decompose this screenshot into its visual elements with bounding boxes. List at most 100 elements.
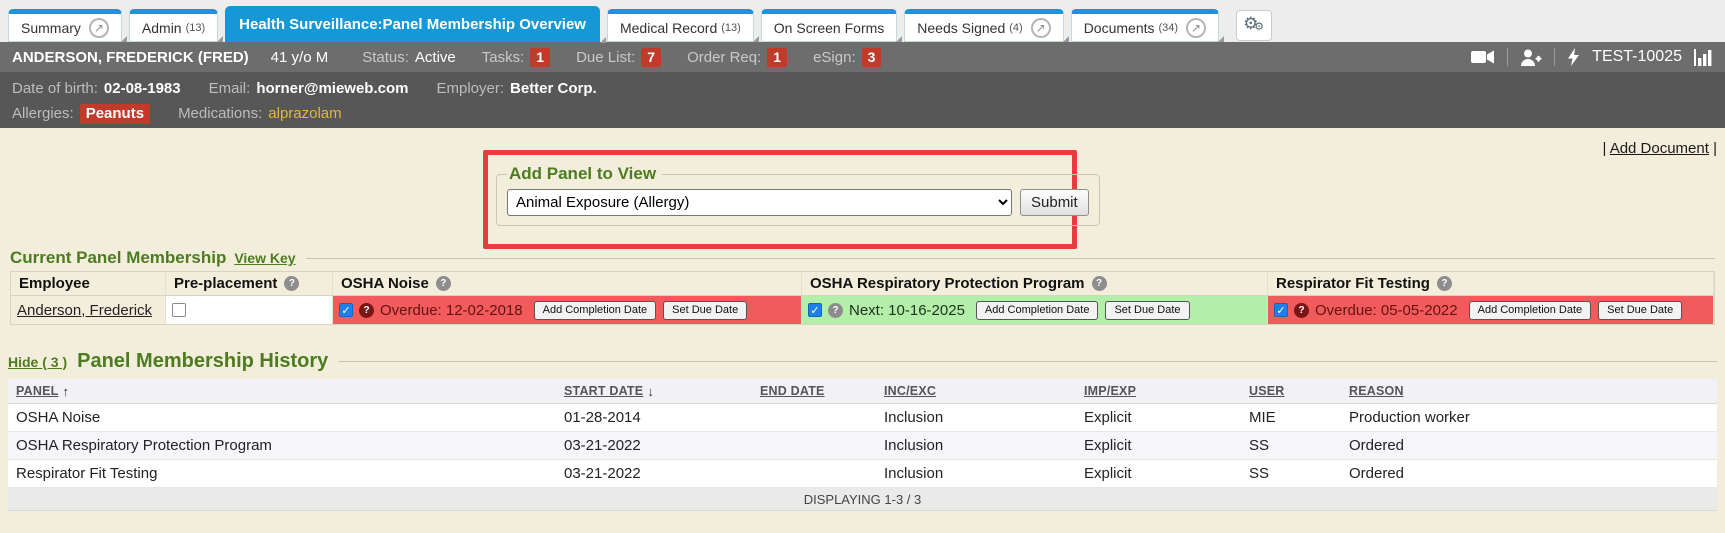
order-req-count-badge[interactable]: 1 <box>767 48 787 67</box>
tab-needs-signed[interactable]: Needs Signed (4) ↗ <box>904 9 1063 42</box>
col-header-osha-respiratory: OSHA Respiratory Protection Program ? <box>802 272 1268 295</box>
history-cell-end-date <box>752 460 876 488</box>
employee-cell: Anderson, Frederick <box>11 295 166 324</box>
dob-label: Date of birth: <box>12 80 98 97</box>
panel-status-overdue: Overdue: 12-02-2018 <box>380 302 523 319</box>
history-cell-start-date: 03-21-2022 <box>556 432 752 460</box>
demographics-line: Date of birth: 02-08-1983 Email: horner@… <box>12 76 1713 101</box>
tab-count: (4) <box>1009 22 1022 34</box>
allergy-badge[interactable]: Peanuts <box>80 104 150 124</box>
medications-label: Medications: <box>178 105 262 122</box>
tab-health-surveillance-panel-membership-overview[interactable]: Health Surveillance:Panel Membership Ove… <box>225 6 600 42</box>
header-label: OSHA Noise <box>341 275 429 292</box>
osha-noise-cell: ✓ ? Overdue: 12-02-2018 Add Completion D… <box>333 295 802 324</box>
tasks-label: Tasks: <box>482 49 525 66</box>
add-panel-row: Animal Exposure (Allergy) Submit <box>507 189 1089 216</box>
panel-membership-history-section: Hide ( 3 ) Panel Membership History PANE… <box>8 350 1717 511</box>
tab-count: (34) <box>1159 22 1179 34</box>
help-icon[interactable]: ? <box>359 303 374 318</box>
tab-label: Health Surveillance:Panel Membership Ove… <box>239 16 586 33</box>
current-panel-membership-section: Current Panel Membership View Key Employ… <box>10 248 1715 325</box>
panel-select[interactable]: Animal Exposure (Allergy) <box>507 189 1012 216</box>
panel-checkbox-checked[interactable]: ✓ <box>1274 303 1288 317</box>
tab-documents[interactable]: Documents (34) ↗ <box>1071 9 1219 42</box>
panel-checkbox-checked[interactable]: ✓ <box>808 303 822 317</box>
pre-placement-checkbox[interactable] <box>172 303 186 317</box>
help-icon[interactable]: ? <box>828 303 843 318</box>
panel-checkbox-checked[interactable]: ✓ <box>339 303 353 317</box>
sort-link-start-date[interactable]: START DATE <box>564 384 643 398</box>
sort-descending-icon: ↓ <box>647 384 654 399</box>
set-due-date-button[interactable]: Set Due Date <box>1598 301 1682 320</box>
sort-link-user[interactable]: USER <box>1249 384 1285 398</box>
help-icon[interactable]: ? <box>284 276 299 291</box>
tab-summary[interactable]: Summary ↗ <box>8 9 122 42</box>
help-icon[interactable]: ? <box>1437 276 1452 291</box>
status-label: Status: <box>362 49 409 66</box>
help-icon[interactable]: ? <box>436 276 451 291</box>
add-completion-date-button[interactable]: Add Completion Date <box>1469 301 1592 320</box>
tab-on-screen-forms[interactable]: On Screen Forms <box>761 9 897 42</box>
external-link-icon[interactable]: ↗ <box>1186 18 1206 38</box>
main-content: | Add Document | Add Panel to View Anima… <box>0 128 1725 533</box>
history-cell-user: SS <box>1241 432 1341 460</box>
patient-header-bar: ANDERSON, FREDERICK (FRED) 41 y/o M Stat… <box>0 42 1725 72</box>
tab-count: (13) <box>721 22 741 34</box>
section-title: Current Panel Membership <box>10 248 226 268</box>
col-header-panel: PANEL ↑ <box>8 379 556 404</box>
history-cell-inc-exc: Inclusion <box>876 460 1076 488</box>
employee-link[interactable]: Anderson, Frederick <box>17 302 152 319</box>
history-cell-panel: OSHA Respiratory Protection Program <box>8 432 556 460</box>
sort-link-reason[interactable]: REASON <box>1349 384 1404 398</box>
allergies-label: Allergies: <box>12 105 74 122</box>
history-header: Hide ( 3 ) Panel Membership History <box>8 350 1717 373</box>
submit-button[interactable]: Submit <box>1020 189 1089 216</box>
bar-chart-icon[interactable] <box>1694 49 1713 66</box>
divider-line <box>338 361 1717 362</box>
respirator-fit-cell: ✓ ? Overdue: 05-05-2022 Add Completion D… <box>1268 295 1714 324</box>
membership-table: Employee Pre-placement ? OSHA Noise ? OS… <box>10 271 1715 325</box>
tab-medical-record[interactable]: Medical Record (13) <box>607 9 754 42</box>
sort-link-panel[interactable]: PANEL <box>16 384 58 398</box>
help-icon[interactable]: ? <box>1092 276 1107 291</box>
patient-chart-id: TEST-10025 <box>1592 48 1682 66</box>
external-link-icon[interactable]: ↗ <box>89 18 109 38</box>
tab-admin[interactable]: Admin (13) <box>129 9 218 42</box>
history-cell-inc-exc: Inclusion <box>876 432 1076 460</box>
external-arrow-glyph: ↗ <box>94 21 104 35</box>
set-due-date-button[interactable]: Set Due Date <box>1105 301 1189 320</box>
history-title: Panel Membership History <box>77 350 328 373</box>
dob-value: 02-08-1983 <box>104 80 181 97</box>
patient-demographics-bar: Date of birth: 02-08-1983 Email: horner@… <box>0 72 1725 128</box>
sort-link-inc-exc[interactable]: INC/EXC <box>884 384 936 398</box>
view-key-link[interactable]: View Key <box>234 250 295 266</box>
email-value: horner@mieweb.com <box>256 80 408 97</box>
header-label: Pre-placement <box>174 275 277 292</box>
tab-label: Admin <box>142 20 182 36</box>
hide-toggle-link[interactable]: Hide ( 3 ) <box>8 354 67 370</box>
tab-label: On Screen Forms <box>774 20 884 36</box>
set-due-date-button[interactable]: Set Due Date <box>663 301 747 320</box>
sort-ascending-icon: ↑ <box>62 384 69 399</box>
medication-value[interactable]: alprazolam <box>268 105 341 122</box>
esign-count-badge[interactable]: 3 <box>862 48 882 67</box>
help-icon[interactable]: ? <box>1294 303 1309 318</box>
lightning-bolt-icon[interactable] <box>1567 48 1580 66</box>
settings-gear-button[interactable]: ⚙ ⚙ <box>1236 10 1272 41</box>
history-cell-panel: Respirator Fit Testing <box>8 460 556 488</box>
add-user-icon[interactable] <box>1520 49 1542 66</box>
add-document-link-wrap: | Add Document | <box>1602 140 1717 157</box>
sort-link-end-date[interactable]: END DATE <box>760 384 825 398</box>
tasks-count-badge[interactable]: 1 <box>530 48 550 67</box>
order-req-label: Order Req: <box>687 49 761 66</box>
add-panel-title: Add Panel to View <box>507 164 662 184</box>
external-link-icon[interactable]: ↗ <box>1031 18 1051 38</box>
col-header-user: USER <box>1241 379 1341 404</box>
sort-link-imp-exp[interactable]: IMP/EXP <box>1084 384 1136 398</box>
add-document-link[interactable]: Add Document <box>1610 140 1709 157</box>
add-completion-date-button[interactable]: Add Completion Date <box>976 301 1099 320</box>
tab-label: Medical Record <box>620 20 717 36</box>
add-completion-date-button[interactable]: Add Completion Date <box>534 301 657 320</box>
due-list-count-badge[interactable]: 7 <box>641 48 661 67</box>
video-camera-icon[interactable] <box>1471 49 1495 65</box>
